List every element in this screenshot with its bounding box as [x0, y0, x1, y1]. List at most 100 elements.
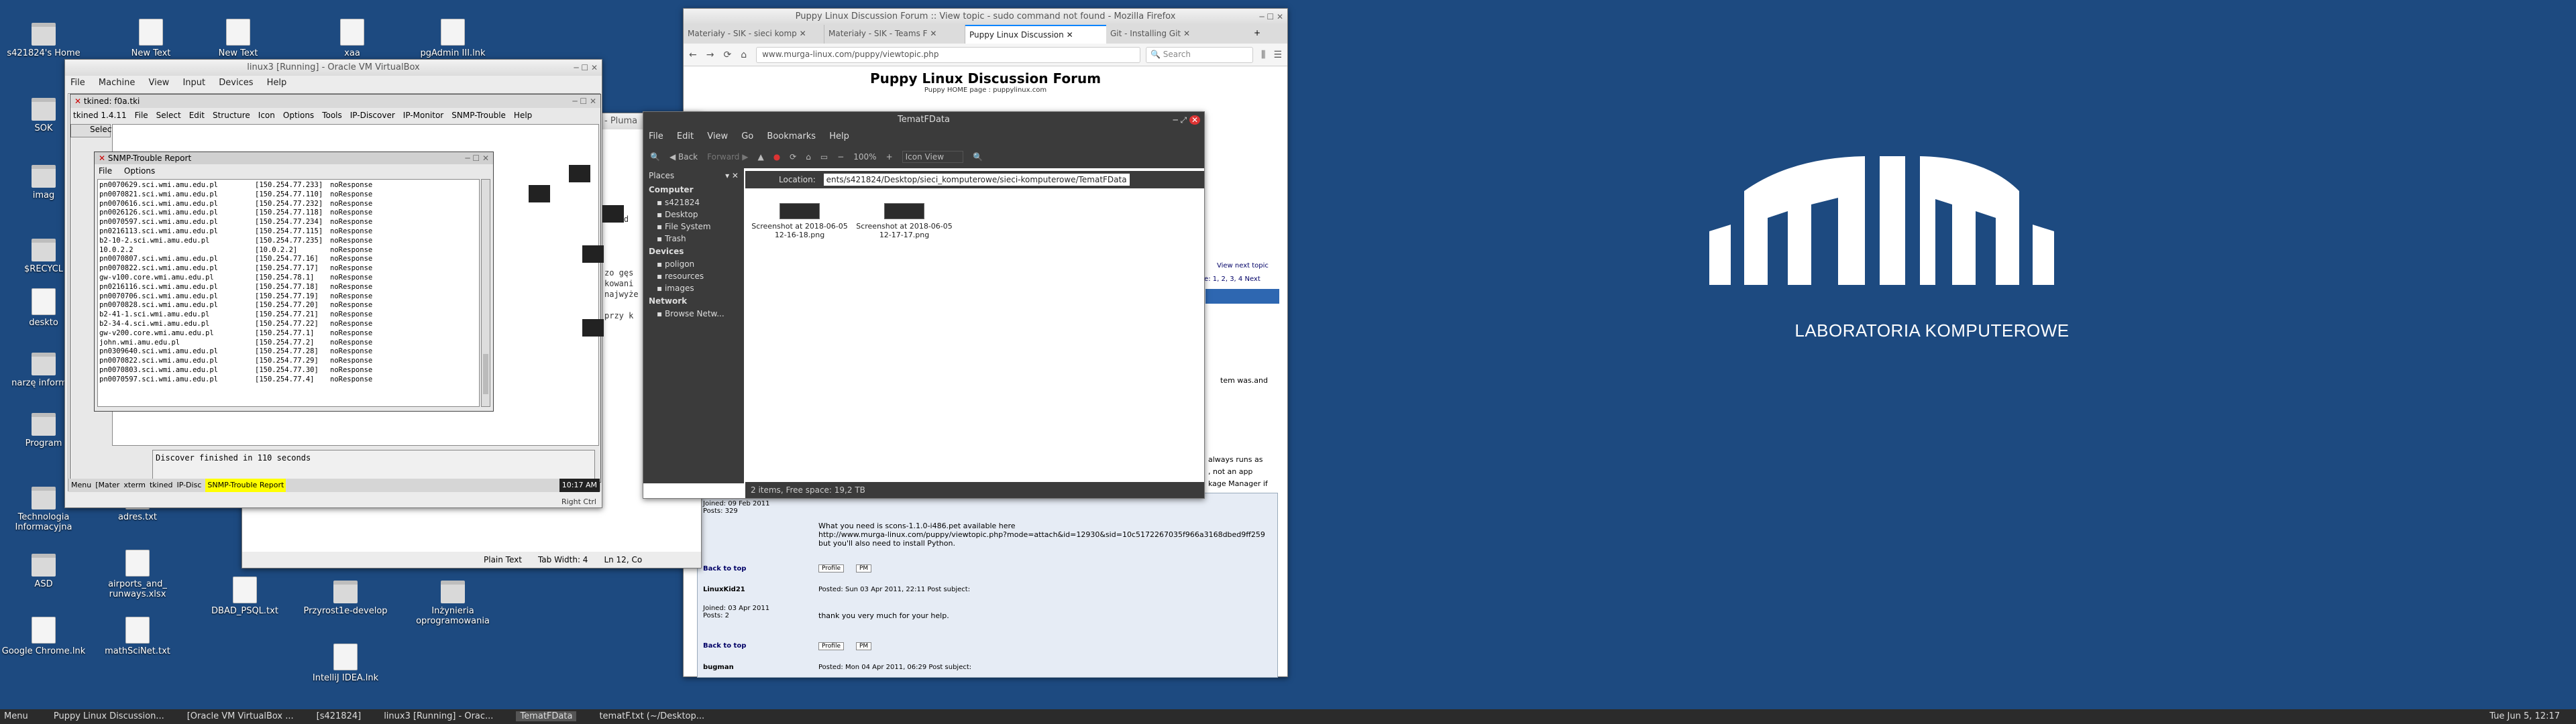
tkined-menu-item[interactable]: File: [135, 111, 148, 120]
pm-button[interactable]: PM: [856, 642, 872, 650]
tkined-menu-item[interactable]: SNMP-Trouble: [451, 111, 506, 120]
pm-button[interactable]: PM: [856, 564, 872, 572]
node-icon[interactable]: [582, 245, 604, 263]
tkined-menu-item[interactable]: Options: [283, 111, 314, 120]
reload-icon[interactable]: ⟳: [723, 50, 731, 60]
desktop-icon[interactable]: airports_and_ runways.xlsx: [87, 550, 188, 599]
up-icon[interactable]: ▲: [757, 152, 763, 162]
home-icon[interactable]: ⌂: [806, 152, 811, 162]
desktop-icon[interactable]: xaa: [302, 19, 402, 58]
tab-materialy-teams[interactable]: Materiały - SIK - Teams F ✕: [824, 25, 965, 44]
search-input[interactable]: 🔍 Search: [1145, 46, 1253, 63]
file-item[interactable]: Screenshot at 2018-06-05 12-17-17.png: [854, 203, 955, 239]
taskbar-item[interactable]: [Oracle VM VirtualBox ...: [187, 711, 294, 721]
forward-button[interactable]: Forward ▶: [707, 152, 748, 162]
snmp-scrollbar[interactable]: [481, 179, 490, 407]
new-tab-button[interactable]: +: [1247, 25, 1267, 44]
menu-edit[interactable]: Edit: [677, 131, 694, 141]
menu-file[interactable]: File: [649, 131, 663, 141]
places-item[interactable]: ▪ resources: [643, 270, 744, 282]
taskbar-item[interactable]: TematFData: [516, 711, 577, 721]
stop-icon[interactable]: ●: [773, 152, 780, 162]
tkined-menu-item[interactable]: tkined 1.4.11: [73, 111, 127, 120]
url-bar[interactable]: www.murga-linux.com/puppy/viewtopic.php: [756, 46, 1140, 63]
forward-icon[interactable]: →: [706, 50, 714, 60]
node-icon[interactable]: [582, 319, 604, 337]
vm-menu-button[interactable]: Menu: [71, 479, 91, 492]
tkined-menu-item[interactable]: IP-Monitor: [403, 111, 443, 120]
desktop-icon[interactable]: s421824's Home: [0, 19, 94, 58]
home-icon[interactable]: ⌂: [741, 50, 747, 60]
places-header[interactable]: Places ▾ ✕: [643, 168, 744, 183]
syntax-selector[interactable]: Plain Text: [484, 552, 522, 568]
node-icon[interactable]: [569, 165, 590, 182]
menu-bookmarks[interactable]: Bookmarks: [767, 131, 816, 141]
places-item[interactable]: ▪ Desktop: [643, 208, 744, 221]
menu-go[interactable]: Go: [741, 131, 753, 141]
desktop-icon[interactable]: Przyrost1e-develop: [295, 577, 396, 616]
taskbar-item[interactable]: [s421824]: [317, 711, 362, 721]
tab-materialy[interactable]: Materiały - SIK - sieci komp ✕: [684, 25, 824, 44]
select-tool-button[interactable]: Select: [70, 124, 115, 137]
location-input[interactable]: ents/s421824/Desktop/sieci_komputerowe/s…: [823, 174, 1130, 186]
desktop-icon[interactable]: IntelliJ IDEA.lnk: [295, 644, 396, 683]
tkined-menu-item[interactable]: Edit: [189, 111, 205, 120]
desktop-icon[interactable]: DBAD_PSQL.txt: [195, 577, 295, 616]
desktop-icon[interactable]: mathSciNet.txt: [87, 617, 188, 656]
taskbar-item[interactable]: tematF.txt (~/Desktop...: [599, 711, 704, 721]
tkined-menu-item[interactable]: Icon: [258, 111, 275, 120]
tkined-menu-item[interactable]: IP-Discover: [350, 111, 395, 120]
reload-icon[interactable]: ⟳: [790, 152, 796, 162]
computer-icon[interactable]: ▭: [820, 152, 828, 162]
vm-task-mater[interactable]: [Mater: [95, 479, 119, 492]
places-item[interactable]: ▪ File System: [643, 221, 744, 233]
vm-task-snmp[interactable]: SNMP-Trouble Report: [205, 479, 286, 492]
tkined-menu-item[interactable]: Tools: [322, 111, 342, 120]
search-icon[interactable]: 🔍: [650, 152, 660, 162]
desktop-icon[interactable]: New Text: [188, 19, 288, 58]
menu-help[interactable]: Help: [829, 131, 849, 141]
places-item[interactable]: ▪ images: [643, 282, 744, 294]
desktop-icon[interactable]: pgAdmin III.lnk: [402, 19, 503, 58]
vbox-menu-file[interactable]: File: [70, 78, 85, 88]
tkined-menu-item[interactable]: Structure: [213, 111, 250, 120]
menu-view[interactable]: View: [707, 131, 728, 141]
back-to-top-link[interactable]: Back to top: [703, 565, 746, 572]
tab-width-selector[interactable]: Tab Width: 4: [538, 552, 588, 568]
file-item[interactable]: Screenshot at 2018-06-05 12-16-18.png: [749, 203, 850, 239]
snmp-menu-file[interactable]: File: [99, 166, 112, 176]
vbox-menu-input[interactable]: Input: [182, 78, 205, 88]
snmp-menu-options[interactable]: Options: [124, 166, 155, 176]
node-icon[interactable]: [602, 205, 624, 223]
vm-task-tkined[interactable]: tkined: [150, 479, 172, 492]
desktop-icon[interactable]: New Text: [101, 19, 201, 58]
next-topic-link[interactable]: View next topic: [1217, 262, 1269, 269]
vm-task-ipdisc[interactable]: IP-Disc: [176, 479, 201, 492]
profile-button[interactable]: Profile: [818, 642, 844, 650]
desktop-icon[interactable]: Google Chrome.lnk: [0, 617, 94, 656]
vbox-menu-machine[interactable]: Machine: [99, 78, 135, 88]
back-to-top-link[interactable]: Back to top: [703, 642, 746, 650]
node-icon[interactable]: [529, 185, 550, 202]
menu-icon[interactable]: ☰: [1273, 50, 1282, 60]
tkined-menu-item[interactable]: Help: [514, 111, 532, 120]
back-button[interactable]: ◀ Back: [669, 152, 698, 162]
menu-button[interactable]: Menu: [4, 711, 28, 721]
places-item[interactable]: ▪ s421824: [643, 196, 744, 208]
tab-puppy[interactable]: Puppy Linux Discussion ✕: [965, 25, 1106, 44]
vbox-menu-devices[interactable]: Devices: [219, 78, 253, 88]
profile-button[interactable]: Profile: [818, 564, 844, 572]
desktop-icon[interactable]: Inżynieria oprogramowania: [402, 577, 503, 626]
tab-git[interactable]: Git - Installing Git ✕: [1106, 25, 1247, 44]
places-item[interactable]: ▪ Trash: [643, 233, 744, 245]
desktop-icon[interactable]: ASD: [0, 550, 94, 589]
view-mode-select[interactable]: Icon View: [902, 151, 964, 163]
taskbar-item[interactable]: linux3 [Running] - Orac...: [384, 711, 493, 721]
vm-task-xterm[interactable]: xterm: [123, 479, 146, 492]
vbox-menu-help[interactable]: Help: [267, 78, 287, 88]
tkined-menu-item[interactable]: Select: [156, 111, 181, 120]
zoom-in-icon[interactable]: +: [886, 152, 893, 162]
search-icon[interactable]: 🔍: [973, 152, 983, 162]
back-icon[interactable]: ←: [689, 50, 697, 60]
places-item[interactable]: ▪ Browse Netw...: [643, 308, 744, 320]
